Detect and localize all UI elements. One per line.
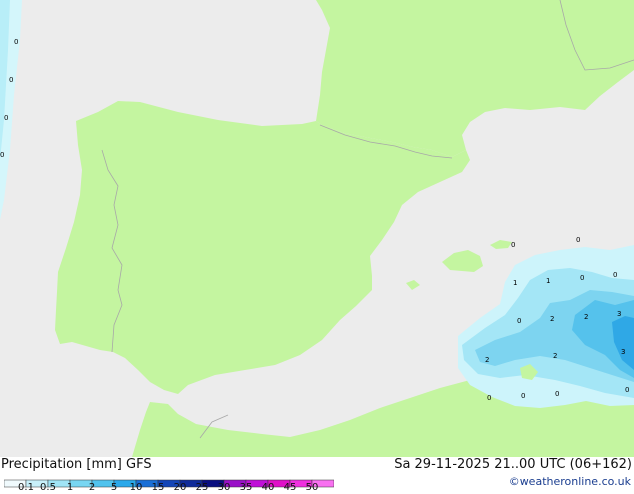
legend-tick-label: 50: [305, 482, 319, 493]
contour-label: 0: [555, 390, 559, 398]
legend-tick-label: 0.5: [40, 482, 56, 493]
contour-label: 2: [584, 313, 588, 321]
contour-label: 0: [580, 274, 584, 282]
contour-label: 3: [617, 310, 621, 318]
contour-label: 2: [550, 315, 554, 323]
contour-label: 0: [4, 114, 8, 122]
contour-label: 1: [513, 279, 517, 287]
contour-label: 0: [487, 394, 491, 402]
legend-tick-label: 5: [110, 482, 118, 493]
contour-label: 2: [485, 356, 489, 364]
contour-label: 0: [521, 392, 525, 400]
legend-tick-label: 10: [129, 482, 143, 493]
legend-tick-label: 15: [151, 482, 165, 493]
legend-tick-label: 2: [88, 482, 96, 493]
valid-time: Sa 29-11-2025 21..00 UTC (06+162): [394, 457, 632, 472]
color-legend: 0.1 0.5 1 2 5 10 15 20 25 30 35 40 45 50: [3, 473, 335, 494]
legend-bar: Precipitation [mm] GFS Sa 29-11-2025 21.…: [0, 457, 634, 494]
contour-label: 0: [576, 236, 580, 244]
contour-label: 0: [9, 76, 13, 84]
legend-tick-label: 30: [217, 482, 231, 493]
credit-link[interactable]: ©weatheronline.co.uk: [509, 475, 631, 488]
legend-tick-label: 25: [195, 482, 209, 493]
legend-tick-label: 35: [239, 482, 253, 493]
legend-tick-label: 20: [173, 482, 187, 493]
contour-label: 0: [517, 317, 521, 325]
precipitation-map: 0 0 0 0 0 0 1 1 0 0 0 2 2 3 2 2 3 0 0 0 …: [0, 0, 634, 457]
legend-tick-label: 45: [283, 482, 297, 493]
contour-label: 0: [0, 151, 4, 159]
contour-label: 0: [625, 386, 629, 394]
contour-label: 1: [546, 277, 550, 285]
legend-tick-label: 1: [66, 482, 74, 493]
contour-label: 2: [553, 352, 557, 360]
contour-label: 0: [613, 271, 617, 279]
contour-label: 0: [14, 38, 18, 46]
legend-ticks: 0.1 0.5 1 2 5 10 15 20 25 30 35 40 45 50: [4, 482, 334, 494]
legend-tick-label: 40: [261, 482, 275, 493]
legend-tick-label: 0.1: [18, 482, 34, 493]
contour-label: 3: [621, 348, 625, 356]
contour-label: 0: [511, 241, 515, 249]
chart-title: Precipitation [mm] GFS: [1, 457, 152, 472]
